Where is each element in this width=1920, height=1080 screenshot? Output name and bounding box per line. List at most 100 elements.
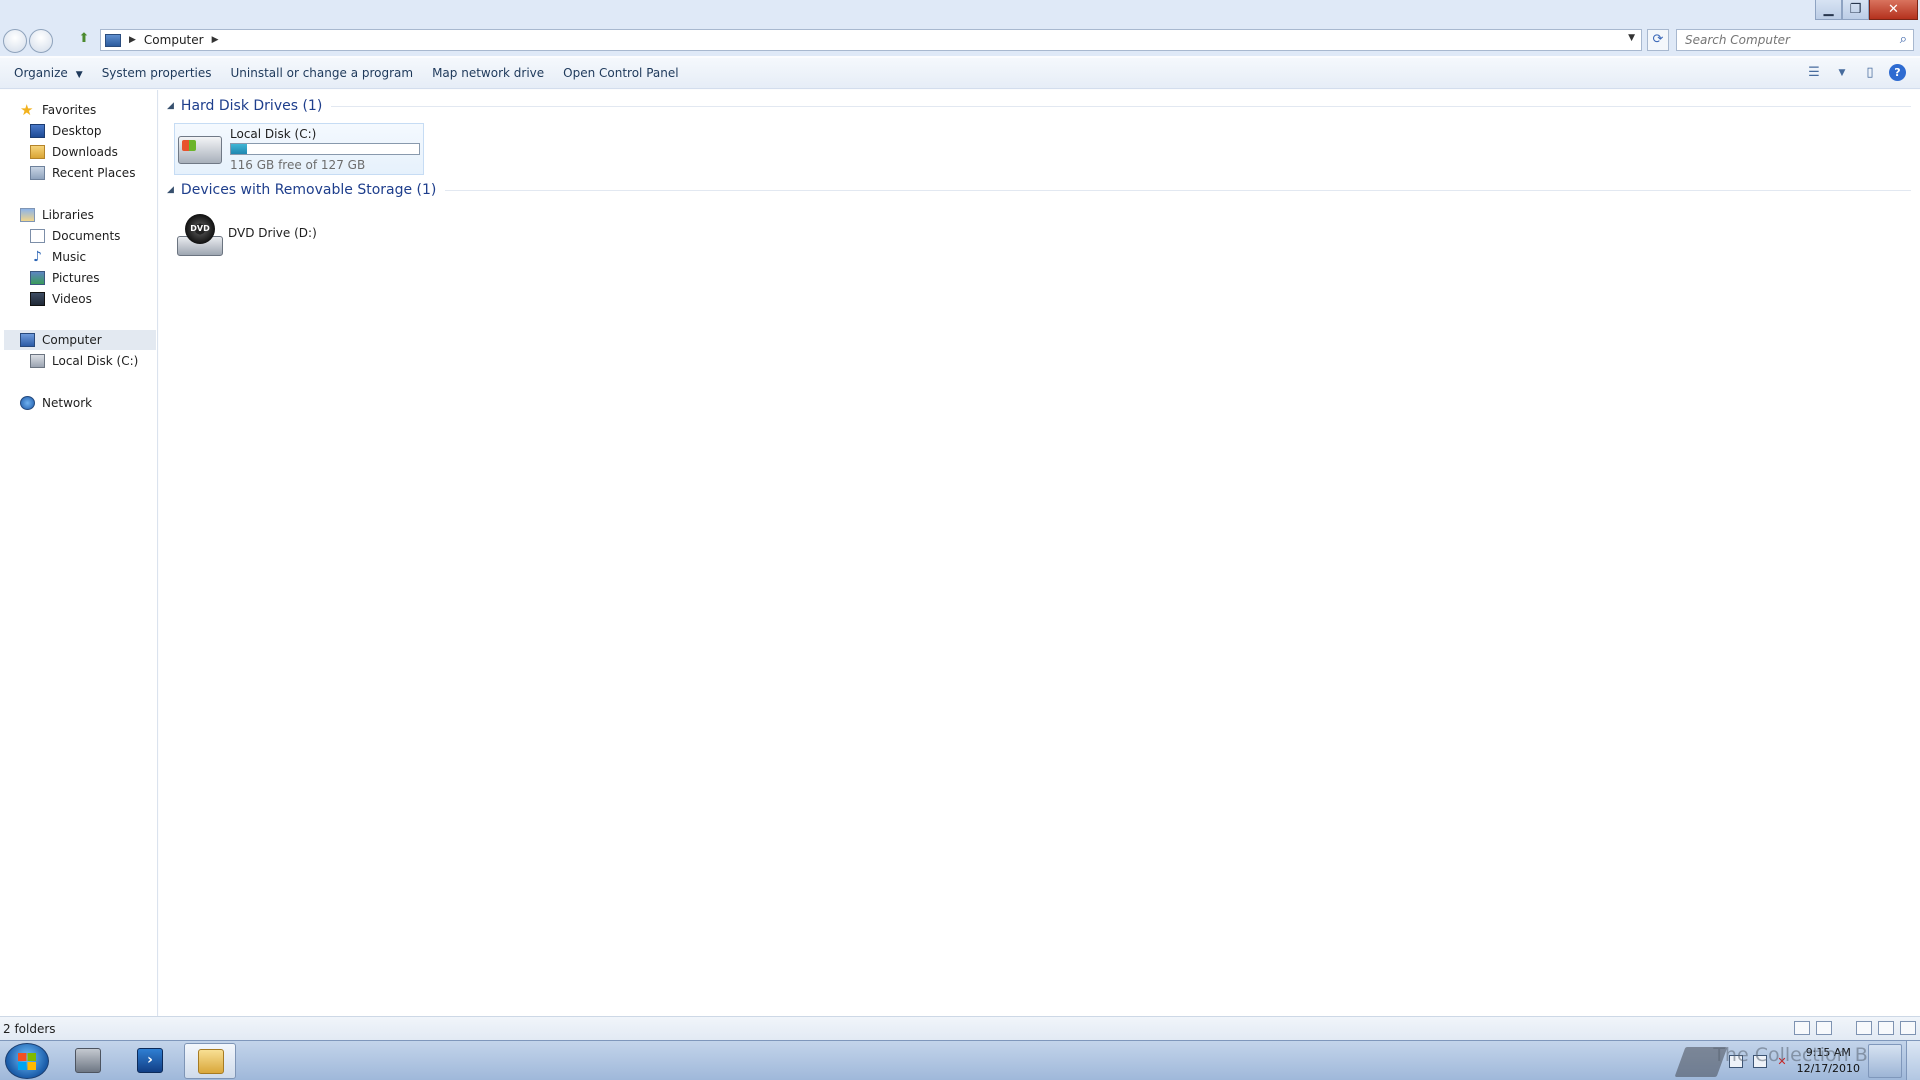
organize-menu[interactable]: Organize ▼	[14, 66, 83, 80]
search-input[interactable]	[1685, 33, 1885, 47]
nav-music[interactable]: ♪ Music	[30, 247, 86, 267]
collapse-triangle-icon[interactable]: ◢	[167, 185, 174, 195]
close-button[interactable]: ✕	[1869, 0, 1918, 20]
up-folder-icon[interactable]: ⬆	[76, 31, 92, 49]
nav-label: Desktop	[52, 124, 102, 138]
nav-libraries[interactable]: Libraries	[20, 205, 94, 225]
nav-label: Libraries	[42, 208, 94, 222]
open-control-panel-button[interactable]: Open Control Panel	[563, 66, 678, 80]
nav-pictures[interactable]: Pictures	[30, 268, 100, 288]
nav-label: Local Disk (C:)	[52, 354, 139, 368]
dvd-disc-label: DVD	[185, 214, 215, 244]
address-bar[interactable]: ▶ Computer ▶ ▼	[100, 29, 1642, 51]
item-count: 2 folders	[3, 1021, 56, 1036]
back-button[interactable]	[3, 29, 27, 53]
nav-videos[interactable]: Videos	[30, 289, 92, 309]
address-dropdown-icon[interactable]: ▼	[1628, 33, 1635, 43]
nav-documents[interactable]: Documents	[30, 226, 120, 246]
system-properties-button[interactable]: System properties	[102, 66, 212, 80]
layout-icon[interactable]	[1856, 1021, 1872, 1035]
nav-favorites[interactable]: ★ Favorites	[20, 100, 96, 120]
taskbar-server-manager[interactable]	[62, 1043, 114, 1079]
recent-places-icon	[30, 166, 45, 180]
organize-label: Organize	[14, 66, 68, 80]
start-button[interactable]	[5, 1043, 49, 1079]
taskbar-powershell[interactable]: ›	[124, 1043, 176, 1079]
nav-label: Videos	[52, 292, 92, 306]
nav-label: Network	[42, 396, 93, 410]
map-network-drive-button[interactable]: Map network drive	[432, 66, 544, 80]
view-dropdown-icon[interactable]: ▼	[1833, 65, 1851, 81]
group-header-hard-disks[interactable]: ◢ Hard Disk Drives (1)	[167, 98, 1911, 114]
help-icon[interactable]: ?	[1889, 64, 1906, 81]
view-controls: ☰ ▼ ▯ ?	[1805, 64, 1906, 81]
breadcrumb-computer[interactable]: Computer	[144, 33, 204, 47]
disk-free-space: 116 GB free of 127 GB	[230, 158, 366, 172]
preview-pane-icon[interactable]: ▯	[1861, 65, 1879, 81]
breadcrumb-chevron-icon[interactable]: ▶	[129, 35, 136, 45]
layout-icon[interactable]	[1878, 1021, 1894, 1035]
nav-label: Documents	[52, 229, 121, 243]
breadcrumb-chevron-icon[interactable]: ▶	[212, 35, 219, 45]
explorer-folder-icon	[198, 1049, 224, 1074]
command-bar: Organize ▼ System properties Uninstall or…	[0, 58, 1920, 89]
taskbar-explorer[interactable]	[184, 1043, 236, 1079]
libraries-icon	[20, 208, 35, 222]
search-box[interactable]: ⌕	[1676, 29, 1914, 51]
navigation-pane: ★ Favorites Desktop Downloads Recent Plac…	[0, 90, 158, 1016]
server-manager-icon	[75, 1048, 101, 1073]
group-header-removable[interactable]: ◢ Devices with Removable Storage (1)	[167, 182, 1911, 198]
downloads-folder-icon	[30, 145, 45, 159]
nav-computer[interactable]: Computer	[4, 330, 156, 350]
uninstall-program-button[interactable]: Uninstall or change a program	[231, 66, 414, 80]
nav-network[interactable]: Network	[20, 393, 92, 413]
status-bar: 2 folders	[0, 1016, 1920, 1040]
layout-icon[interactable]	[1900, 1021, 1916, 1035]
show-desktop-button[interactable]	[1906, 1041, 1920, 1080]
windows-logo-icon	[182, 140, 196, 151]
documents-icon	[30, 229, 45, 243]
taskbar: › ✕ 9:15 AM 12/17/2010 The Collection Bo…	[0, 1040, 1920, 1080]
hard-disk-icon	[30, 354, 45, 368]
disk-usage-bar	[230, 143, 420, 155]
status-view-buttons	[1794, 1021, 1916, 1035]
title-bar: ▁ ❐ ✕	[0, 0, 1920, 26]
nav-downloads[interactable]: Downloads	[30, 142, 118, 162]
collapse-triangle-icon[interactable]: ◢	[167, 101, 174, 111]
minimize-button[interactable]: ▁	[1815, 0, 1842, 20]
navigation-bar: ⬆ ▶ Computer ▶ ▼ ⟳ ⌕	[0, 26, 1920, 56]
forward-button[interactable]	[29, 29, 53, 53]
change-view-icon[interactable]: ☰	[1805, 65, 1823, 81]
dvd-drive-name: DVD Drive (D:)	[228, 226, 317, 240]
computer-icon	[20, 333, 35, 347]
group-divider	[331, 105, 1911, 107]
content-pane: ◢ Hard Disk Drives (1) Local Disk (C:) 1…	[159, 90, 1920, 1016]
nav-recent-places[interactable]: Recent Places	[30, 163, 135, 183]
dvd-drive-item[interactable]: DVD DVD Drive (D:)	[177, 210, 437, 260]
nav-desktop[interactable]: Desktop	[30, 121, 102, 141]
large-icons-view-icon[interactable]	[1816, 1021, 1832, 1035]
powershell-icon: ›	[137, 1048, 163, 1073]
refresh-button[interactable]: ⟳	[1647, 29, 1669, 51]
user-tile-icon	[1868, 1044, 1902, 1078]
videos-icon	[30, 292, 45, 306]
star-icon: ★	[20, 101, 34, 119]
group-title: Hard Disk Drives (1)	[180, 98, 323, 114]
music-note-icon: ♪	[33, 249, 42, 265]
computer-icon	[105, 33, 121, 47]
nav-local-disk[interactable]: Local Disk (C:)	[30, 351, 138, 371]
search-icon[interactable]: ⌕	[1900, 32, 1907, 47]
pictures-icon	[30, 271, 45, 285]
group-title: Devices with Removable Storage (1)	[180, 182, 437, 198]
nav-label: Downloads	[52, 145, 118, 159]
nav-label: Recent Places	[52, 166, 136, 180]
details-view-icon[interactable]	[1794, 1021, 1810, 1035]
network-icon	[20, 396, 35, 410]
nav-label: Pictures	[52, 271, 100, 285]
local-disk-tile[interactable]: Local Disk (C:) 116 GB free of 127 GB	[174, 123, 424, 175]
group-divider	[445, 189, 1911, 191]
maximize-button[interactable]: ❐	[1842, 0, 1869, 20]
nav-label: Favorites	[42, 103, 97, 117]
desktop-icon	[30, 124, 45, 138]
nav-label: Music	[52, 250, 87, 264]
